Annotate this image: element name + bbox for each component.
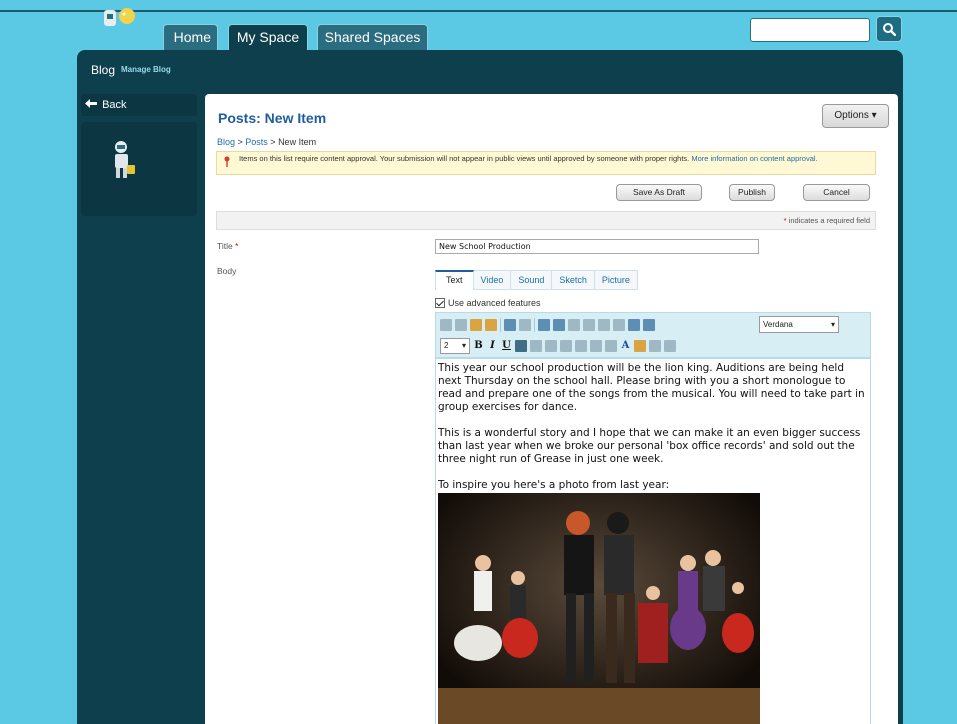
content-approval-link[interactable]: More information on content approval.	[691, 154, 817, 163]
highlight-color-icon[interactable]	[634, 340, 646, 352]
editor-toolbar: Verdana ▾ 2 ▾ B I U A	[435, 312, 871, 358]
embedded-photo[interactable]	[438, 493, 760, 724]
toolbar-separator	[534, 318, 535, 332]
left-sidebar: Back	[81, 94, 197, 216]
toolbar-row-2: 2 ▾ B I U A	[440, 337, 676, 355]
approval-notice: Items on this list require content appro…	[216, 151, 876, 175]
insert-row-icon[interactable]	[568, 319, 580, 331]
required-note-text: indicates a required field	[788, 216, 870, 225]
numbered-list-icon[interactable]	[560, 340, 572, 352]
insert-column-icon[interactable]	[583, 319, 595, 331]
decrease-indent-icon[interactable]	[590, 340, 602, 352]
site-title[interactable]: Blog	[91, 63, 115, 77]
body-paragraph: This year our school production will be …	[438, 362, 865, 413]
toolbar-separator	[500, 318, 501, 332]
required-asterisk: *	[232, 241, 239, 251]
font-size-value: 2	[444, 341, 449, 350]
title-label-text: Title	[217, 241, 233, 251]
format-painter-icon[interactable]	[485, 319, 497, 331]
insert-table-icon[interactable]	[553, 319, 565, 331]
publish-button[interactable]: Publish	[729, 184, 775, 201]
right-to-left-icon[interactable]	[664, 340, 676, 352]
options-label: Options	[834, 110, 869, 121]
body-label: Body	[217, 266, 237, 276]
advanced-features-checkbox[interactable]	[435, 298, 445, 308]
caret-down-icon: ▾	[871, 110, 877, 121]
info-pin-icon	[224, 156, 230, 167]
site-logo	[104, 8, 135, 26]
align-right-icon[interactable]	[545, 340, 557, 352]
breadcrumb-blog[interactable]: Blog	[217, 137, 235, 147]
breadcrumb-current: New Item	[278, 137, 317, 147]
underline-icon[interactable]: U	[501, 340, 512, 352]
required-field-note: * indicates a required field	[216, 211, 876, 230]
media-tabs: Text Video Sound Sketch Picture	[435, 270, 638, 290]
bulleted-list-icon[interactable]	[575, 340, 587, 352]
options-button[interactable]: Options ▾	[822, 104, 889, 128]
increase-indent-icon[interactable]	[605, 340, 617, 352]
redo-icon[interactable]	[519, 319, 531, 331]
caret-down-icon: ▾	[461, 341, 466, 350]
body-paragraph: To inspire you here's a photo from last …	[438, 479, 670, 491]
font-size-select[interactable]: 2 ▾	[440, 338, 470, 354]
tab-my-space[interactable]: My Space	[228, 24, 308, 50]
breadcrumb: Blog > Posts > New Item	[217, 137, 316, 147]
advanced-features-option: Use advanced features	[435, 298, 541, 308]
merge-cells-icon[interactable]	[598, 319, 610, 331]
copy-icon[interactable]	[455, 319, 467, 331]
search-button[interactable]	[876, 16, 902, 42]
undo-icon[interactable]	[504, 319, 516, 331]
tab-sketch[interactable]: Sketch	[552, 270, 595, 290]
back-arrow-icon	[85, 99, 97, 108]
manage-blog-link[interactable]: Manage Blog	[121, 65, 171, 74]
insert-hyperlink-icon[interactable]	[628, 319, 640, 331]
body-editor[interactable]: This year our school production will be …	[435, 358, 871, 724]
tab-text[interactable]: Text	[435, 270, 474, 290]
split-cells-icon[interactable]	[613, 319, 625, 331]
text-color-icon[interactable]: A	[620, 340, 631, 352]
toolbar-row-1	[440, 316, 655, 334]
cut-icon[interactable]	[440, 319, 452, 331]
breadcrumb-separator: >	[267, 137, 279, 147]
search-icon	[883, 23, 896, 36]
align-center-icon[interactable]	[530, 340, 542, 352]
spellcheck-icon[interactable]	[538, 319, 550, 331]
back-button[interactable]: Back	[81, 94, 197, 116]
bold-icon[interactable]: B	[473, 340, 484, 352]
stage-performance-photo	[438, 493, 760, 724]
breadcrumb-separator: >	[235, 137, 246, 147]
content-panel: Posts: New Item Options ▾ Blog > Posts >…	[205, 94, 898, 724]
advanced-features-label: Use advanced features	[448, 298, 541, 308]
paste-icon[interactable]	[470, 319, 482, 331]
align-left-icon[interactable]	[515, 340, 527, 352]
page-title: Posts: New Item	[218, 110, 327, 126]
site-header: Blog Manage Blog	[77, 50, 903, 86]
caret-down-icon: ▾	[830, 320, 835, 329]
tab-video[interactable]: Video	[473, 270, 512, 290]
font-name-select[interactable]: Verdana ▾	[759, 316, 839, 333]
left-to-right-icon[interactable]	[649, 340, 661, 352]
robot-avatar-icon	[115, 141, 135, 178]
tab-shared-spaces[interactable]: Shared Spaces	[317, 24, 428, 50]
save-as-draft-button[interactable]: Save As Draft	[616, 184, 702, 201]
title-label: Title *	[217, 241, 238, 251]
top-border	[0, 10, 957, 12]
breadcrumb-posts[interactable]: Posts	[245, 137, 268, 147]
font-name-value: Verdana	[763, 320, 793, 329]
back-label: Back	[102, 99, 127, 111]
italic-icon[interactable]: I	[487, 340, 498, 352]
notice-text: Items on this list require content appro…	[239, 154, 692, 163]
cancel-button[interactable]: Cancel	[803, 184, 870, 201]
insert-image-icon[interactable]	[643, 319, 655, 331]
body-paragraph: This is a wonderful story and I hope tha…	[438, 427, 861, 465]
tab-sound[interactable]: Sound	[511, 270, 553, 290]
tab-home[interactable]: Home	[163, 24, 218, 50]
title-field[interactable]	[435, 239, 759, 254]
avatar	[81, 122, 197, 216]
tab-picture[interactable]: Picture	[594, 270, 638, 290]
search-input[interactable]	[750, 18, 870, 42]
